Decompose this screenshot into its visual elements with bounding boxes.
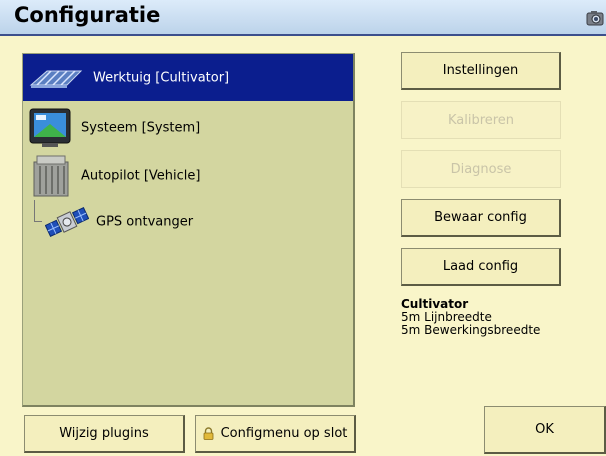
working-width-text: 5m Bewerkingsbreedte — [401, 323, 541, 337]
save-config-button[interactable]: Bewaar config — [401, 199, 561, 237]
ok-button[interactable]: OK — [484, 406, 606, 454]
padlock-icon — [203, 427, 214, 440]
tree-item-label: Systeem [System] — [81, 120, 201, 135]
diagnose-button[interactable]: Diagnose — [401, 150, 561, 188]
autopilot-controller-icon — [33, 155, 69, 197]
implement-info: Cultivator 5m Lijnbreedte 5m Bewerkingsb… — [401, 298, 540, 337]
load-config-button[interactable]: Laad config — [401, 248, 561, 286]
tree-item-autopilot[interactable]: Autopilot [Vehicle] — [23, 152, 353, 199]
title-bar: Configuratie — [0, 0, 606, 36]
implement-icon — [29, 70, 83, 88]
satellite-icon — [45, 207, 89, 237]
lock-config-menu-button[interactable]: Configmenu op slot — [195, 415, 356, 453]
settings-button[interactable]: Instellingen — [401, 52, 561, 90]
tree-item-label: GPS ontvanger — [96, 214, 194, 229]
change-plugins-button[interactable]: Wijzig plugins — [24, 415, 185, 453]
display-icon — [29, 108, 71, 147]
tree-item-label: Werktuig [Cultivator] — [93, 70, 230, 85]
tree-item-gps[interactable]: GPS ontvanger — [23, 198, 353, 245]
calibrate-button[interactable]: Kalibreren — [401, 101, 561, 139]
tree-item-system[interactable]: Systeem [System] — [23, 104, 353, 151]
tree-connector — [34, 200, 42, 222]
tree-item-label: Autopilot [Vehicle] — [81, 168, 201, 183]
component-tree[interactable]: Werktuig [Cultivator] Systeem [System] A… — [22, 53, 355, 407]
camera-icon[interactable] — [586, 9, 604, 27]
tree-item-implement[interactable]: Werktuig [Cultivator] — [23, 54, 353, 101]
lock-config-menu-label: Configmenu op slot — [220, 426, 348, 441]
window-title: Configuratie — [14, 3, 161, 27]
